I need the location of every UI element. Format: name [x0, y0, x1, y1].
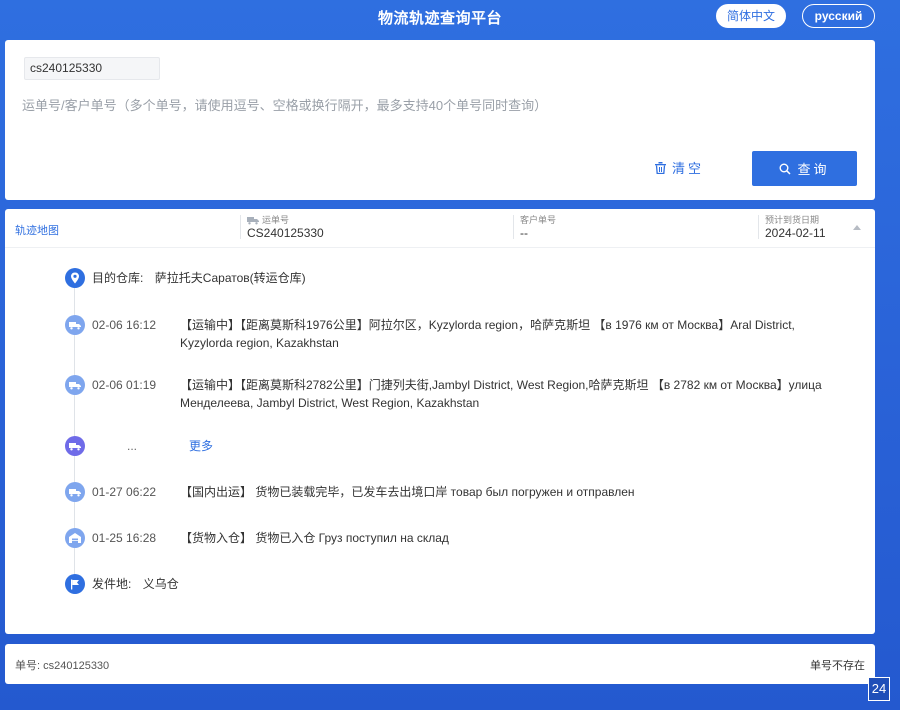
clear-button[interactable]: 清空: [655, 158, 704, 177]
query-button-label: 查询: [797, 162, 830, 177]
event-description: 【运输中】【距离莫斯科2782公里】门捷列夫街,Jambyl District,…: [180, 378, 822, 410]
destination-label: 目的仓库:: [92, 271, 144, 285]
eta-column: 预计到货日期 2024-02-11: [758, 215, 826, 240]
clear-button-label: 清空: [672, 161, 705, 176]
waybill-label: 运单号: [262, 215, 290, 225]
truck-icon: [247, 217, 259, 225]
truck-icon: [65, 315, 85, 335]
track-map-link[interactable]: 轨迹地图: [15, 222, 59, 238]
event-description: 【货物入仓】 货物已入仓 Груз поступил на склад: [180, 531, 449, 545]
collapse-arrow-icon[interactable]: [853, 225, 861, 230]
trash-icon: [655, 161, 666, 174]
destination-value: 萨拉托夫Саратов(转运仓库): [154, 271, 306, 285]
waybill-value: CS240125330: [247, 226, 324, 240]
warehouse-icon: [65, 528, 85, 548]
waybill-column: 运单号 CS240125330: [240, 215, 324, 240]
status-bar: 单号: cs240125330 单号不存在: [5, 644, 875, 684]
tracking-number-chip[interactable]: cs240125330: [24, 57, 160, 80]
customer-value: --: [520, 226, 528, 240]
search-textarea-placeholder[interactable]: 运单号/客户单号（多个单号，请使用逗号、空格或换行隔开，最多支持40个单号同时查…: [22, 95, 547, 114]
search-panel: cs240125330 运单号/客户单号（多个单号，请使用逗号、空格或换行隔开，…: [5, 40, 875, 200]
corner-badge: 24: [868, 677, 890, 701]
more-ellipsis: ...: [127, 439, 138, 453]
event-time: 01-27 06:22: [92, 485, 157, 499]
truck-icon: [65, 436, 85, 456]
lang-russian-button[interactable]: русский: [802, 4, 875, 28]
flag-icon: [65, 574, 85, 594]
eta-label: 预计到货日期: [765, 215, 820, 225]
top-bar: 物流轨迹查询平台 简体中文 русский: [0, 0, 900, 36]
more-link[interactable]: 更多: [189, 437, 213, 454]
result-panel: 轨迹地图 运单号 CS240125330 客户单号 -- 预计到货日期 2024…: [5, 209, 875, 634]
origin-value: 义乌仓: [142, 577, 179, 591]
customer-label: 客户单号: [520, 215, 557, 225]
event-description: 【国内出运】 货物已装载完毕，已发车去出境口岸 товар был погруж…: [180, 485, 635, 499]
event-description: 【运输中】【距离莫斯科1976公里】阿拉尔区，Kyzylorda region，…: [180, 318, 795, 350]
eta-value: 2024-02-11: [765, 226, 826, 240]
search-icon: [779, 163, 792, 175]
truck-icon: [65, 482, 85, 502]
location-pin-icon: [65, 268, 85, 288]
event-time: 01-25 16:28: [92, 531, 157, 545]
truck-icon: [65, 375, 85, 395]
event-time: 02-06 01:19: [92, 378, 157, 392]
event-time: 02-06 16:12: [92, 318, 157, 332]
customer-column: 客户单号 --: [513, 215, 557, 240]
query-button[interactable]: 查询: [752, 151, 857, 186]
origin-label: 发件地:: [92, 577, 132, 591]
order-number-text: 单号: cs240125330: [15, 660, 110, 672]
result-header: 轨迹地图 运单号 CS240125330 客户单号 -- 预计到货日期 2024…: [5, 209, 875, 248]
lang-chinese-button[interactable]: 简体中文: [716, 4, 786, 28]
status-text: 单号不存在: [810, 660, 865, 672]
